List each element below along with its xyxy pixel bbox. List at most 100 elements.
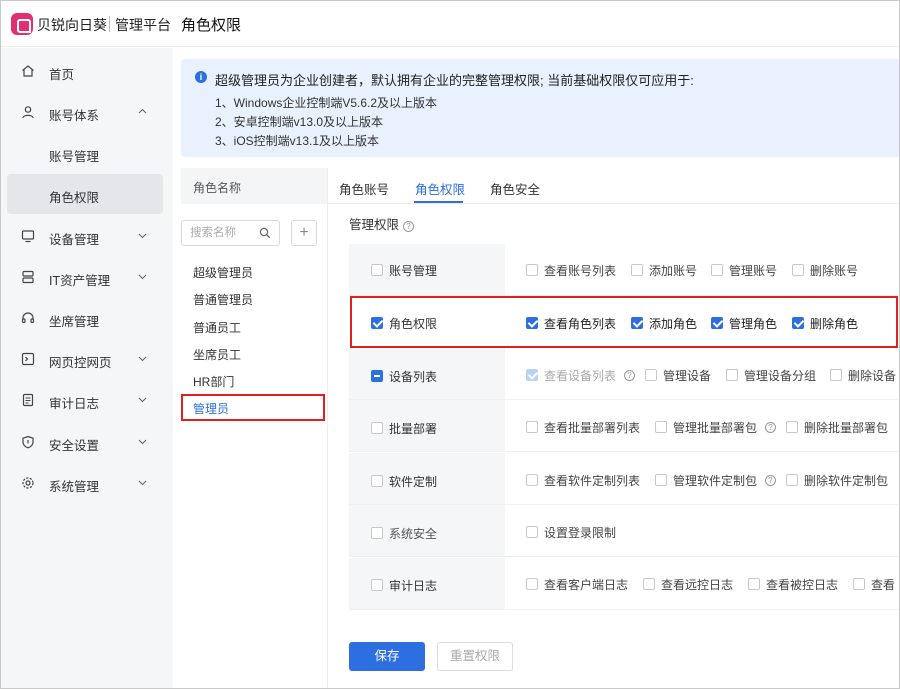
help-icon[interactable]: ?	[765, 475, 776, 486]
sunlogin-logo-icon	[11, 13, 33, 35]
sidebar-item-web-control[interactable]: 网页控网页	[7, 339, 163, 379]
option-checkbox[interactable]	[526, 264, 538, 276]
role-item-label: 坐席员工	[193, 348, 242, 362]
option-checkbox[interactable]	[631, 264, 643, 276]
option-label: 删除设备	[848, 369, 897, 383]
chevron-down-icon	[138, 274, 147, 280]
category-checkbox[interactable]	[371, 527, 383, 539]
sidebar-item-security-settings[interactable]: 安全设置	[7, 422, 163, 462]
option-checkbox[interactable]	[786, 421, 798, 433]
sidebar-item-it-assets[interactable]: IT资产管理	[7, 257, 163, 297]
option-checkbox[interactable]	[645, 369, 657, 381]
sidebar-item-audit-log[interactable]: 审计日志	[7, 380, 163, 420]
top-header: 贝锐向日葵 管理平台 角色权限	[1, 1, 899, 47]
option-checkbox[interactable]	[748, 578, 760, 590]
option-label: 设置登录限制	[544, 526, 617, 540]
role-item[interactable]: 超级管理员	[181, 258, 325, 285]
document-icon	[22, 393, 34, 407]
role-list-header: 角色名称	[181, 168, 327, 204]
option-checkbox[interactable]	[726, 369, 738, 381]
permissions-title-label: 管理权限	[349, 218, 400, 232]
chevron-down-icon	[138, 439, 147, 445]
sidebar-item-label: 角色权限	[49, 191, 100, 205]
platform-name: 管理平台	[115, 17, 171, 33]
role-item-selected[interactable]: 管理员	[181, 394, 325, 421]
category-checkbox[interactable]	[371, 475, 383, 487]
permission-category: 系统安全	[349, 505, 505, 556]
sidebar-item-device-management[interactable]: 设备管理	[7, 216, 163, 256]
category-checkbox[interactable]	[371, 370, 383, 382]
save-button[interactable]: 保存	[349, 642, 425, 671]
category-checkbox[interactable]	[371, 422, 383, 434]
webpage-icon	[21, 352, 35, 366]
headset-icon	[21, 312, 35, 324]
option-checkbox[interactable]	[786, 474, 798, 486]
help-icon[interactable]: ?	[624, 370, 635, 381]
sidebar-item-account-system[interactable]: 账号体系	[7, 92, 163, 132]
sidebar-item-system-management[interactable]: 系统管理	[7, 463, 163, 503]
sidebar-item-label: 账号体系	[49, 109, 100, 123]
option-label: 查看账号列表	[544, 264, 617, 278]
option-checkbox[interactable]	[655, 474, 667, 486]
notice-line: 2、安卓控制端v13.0及以上版本	[215, 115, 384, 129]
sidebar-item-role-permission[interactable]: 角色权限	[7, 174, 163, 214]
permission-category: 软件定制	[349, 453, 505, 504]
role-search-input[interactable]	[190, 225, 256, 241]
category-checkbox[interactable]	[371, 264, 383, 276]
reset-permissions-button[interactable]: 重置权限	[437, 642, 513, 671]
chevron-down-icon	[138, 480, 147, 486]
help-icon[interactable]: ?	[403, 221, 415, 232]
option-label: 查看设备列表	[544, 369, 617, 383]
add-role-button[interactable]: +	[291, 220, 317, 246]
search-icon[interactable]	[259, 227, 271, 239]
permission-row: 系统安全 设置登录限制	[349, 505, 899, 557]
notice-line: 1、Windows企业控制端V5.6.2及以上版本	[215, 96, 438, 110]
help-icon[interactable]: ?	[765, 422, 776, 433]
option-checkbox[interactable]	[830, 369, 842, 381]
role-item[interactable]: 普通员工	[181, 313, 325, 340]
permission-category: 批量部署	[349, 400, 505, 451]
category-checkbox[interactable]	[371, 579, 383, 591]
sidebar-item-account-management[interactable]: 账号管理	[7, 133, 163, 173]
option-label: 查看	[871, 578, 896, 592]
category-label: 设备列表	[389, 370, 438, 384]
category-label: 批量部署	[389, 422, 438, 436]
permissions-title: 管理权限?	[349, 214, 415, 233]
option-checkbox[interactable]	[655, 421, 667, 433]
option-checkbox[interactable]	[792, 264, 804, 276]
page-title: 角色权限	[181, 17, 242, 34]
permission-category: 账号管理	[349, 244, 505, 295]
role-search-box[interactable]	[181, 220, 280, 246]
role-item[interactable]: HR部门	[181, 367, 325, 394]
tab-role-accounts[interactable]: 角色账号	[339, 179, 389, 198]
option-checkbox[interactable]	[853, 578, 865, 590]
chevron-down-icon	[138, 233, 147, 239]
monitor-icon	[21, 230, 35, 243]
option-checkbox[interactable]	[526, 474, 538, 486]
option-label: 查看被控日志	[766, 578, 839, 592]
tab-role-permissions[interactable]: 角色权限	[415, 179, 465, 198]
option-checkbox[interactable]	[711, 264, 723, 276]
option-label: 管理设备	[663, 369, 712, 383]
sidebar-item-label: 坐席管理	[49, 315, 100, 329]
role-item-label: 管理员	[193, 402, 230, 416]
option-label: 添加账号	[649, 264, 698, 278]
option-checkbox	[526, 369, 538, 381]
notice-line: 3、iOS控制端v13.1及以上版本	[215, 134, 380, 148]
category-label: 软件定制	[389, 475, 438, 489]
sidebar: 首页 账号体系 账号管理 角色权限 设备管理 IT资产管理 坐席管理 网页控网页…	[1, 48, 173, 688]
option-checkbox[interactable]	[526, 578, 538, 590]
option-label: 删除软件定制包	[804, 474, 889, 488]
sidebar-item-seat-management[interactable]: 坐席管理	[7, 298, 163, 338]
role-item[interactable]: 坐席员工	[181, 340, 325, 367]
option-checkbox[interactable]	[643, 578, 655, 590]
role-item[interactable]: 普通管理员	[181, 285, 325, 312]
gear-icon	[22, 477, 34, 489]
option-label: 管理设备分组	[744, 369, 817, 383]
sidebar-item-home[interactable]: 首页	[7, 51, 163, 91]
chevron-down-icon	[138, 397, 147, 403]
option-checkbox[interactable]	[526, 526, 538, 538]
tab-role-security[interactable]: 角色安全	[490, 179, 540, 198]
permission-row: 软件定制 查看软件定制列表 管理软件定制包 ? 删除软件定制包	[349, 453, 899, 505]
option-checkbox[interactable]	[526, 421, 538, 433]
